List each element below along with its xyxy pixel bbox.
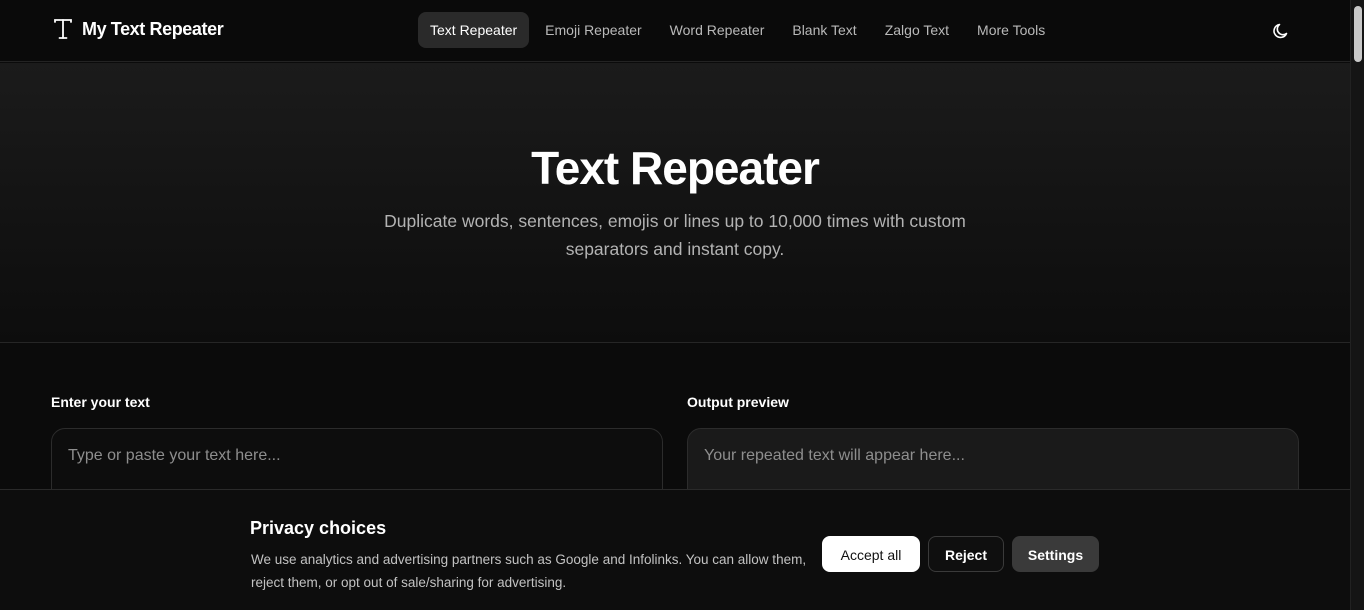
nav-word-repeater[interactable]: Word Repeater <box>658 12 777 48</box>
settings-button[interactable]: Settings <box>1012 536 1099 572</box>
output-placeholder: Your repeated text will appear here... <box>704 447 965 464</box>
main-nav: Text Repeater Emoji Repeater Word Repeat… <box>418 12 1061 48</box>
page: My Text Repeater Text Repeater Emoji Rep… <box>0 0 1350 610</box>
brand-logo-link[interactable]: My Text Repeater <box>53 18 224 40</box>
input-label: Enter your text <box>51 394 150 410</box>
output-label: Output preview <box>687 394 789 410</box>
scrollbar-thumb[interactable] <box>1354 6 1362 62</box>
nav-more-tools[interactable]: More Tools <box>965 12 1057 48</box>
nav-text-repeater[interactable]: Text Repeater <box>418 12 530 48</box>
accept-all-button[interactable]: Accept all <box>822 536 920 572</box>
nav-zalgo-text[interactable]: Zalgo Text <box>873 12 961 48</box>
cookie-banner: Privacy choices We use analytics and adv… <box>0 489 1350 610</box>
site-header: My Text Repeater Text Repeater Emoji Rep… <box>0 0 1350 62</box>
reject-button[interactable]: Reject <box>928 536 1004 572</box>
brand-name: My Text Repeater <box>82 18 224 39</box>
nav-blank-text[interactable]: Blank Text <box>780 12 868 48</box>
hero-section: Text Repeater Duplicate words, sentences… <box>0 63 1350 343</box>
page-scrollbar[interactable] <box>1350 0 1364 610</box>
nav-emoji-repeater[interactable]: Emoji Repeater <box>533 12 654 48</box>
text-t-icon <box>54 19 72 39</box>
moon-icon[interactable] <box>1269 19 1293 43</box>
cookie-title: Privacy choices <box>250 518 387 538</box>
page-subtitle: Duplicate words, sentences, emojis or li… <box>384 211 966 259</box>
cookie-description: We use analytics and advertising partner… <box>251 552 807 590</box>
page-title: Text Repeater <box>531 142 820 194</box>
